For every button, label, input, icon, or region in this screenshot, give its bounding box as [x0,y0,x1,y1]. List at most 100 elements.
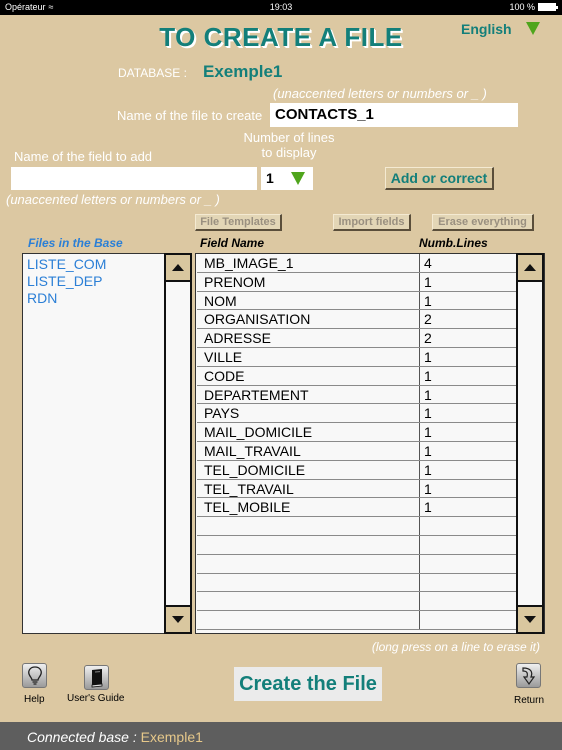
help-label: Help [24,694,45,705]
table-row[interactable]: ORGANISATION 2 [197,310,517,330]
field-name-cell: NOM [197,291,420,310]
field-name-label: Name of the field to add [14,149,153,164]
lines-cell: 2 [424,311,432,328]
field-name-cell: CODE [197,366,420,385]
table-row[interactable] [197,517,517,536]
field-name-cell [197,554,420,573]
file-item[interactable]: RDN [27,290,106,307]
import-fields-button[interactable]: Import fields [333,214,411,231]
table-row[interactable] [197,592,517,612]
battery-icon [538,3,558,11]
field-name-cell: TEL_MOBILE [197,498,420,517]
book-icon [91,668,102,687]
battery-status: 100 % [509,2,558,12]
lines-cell: 2 [424,330,432,347]
lines-cell: 4 [424,255,432,271]
lightbulb-icon [27,665,42,685]
fields-scroll-down-button[interactable] [518,605,542,632]
lines-cell: 1 [424,367,432,384]
field-name-cell: PRENOM [197,272,420,291]
lines-count-value: 1 [266,170,274,186]
table-row[interactable]: ADRESSE 2 [197,329,517,348]
field-name-cell: PAYS [197,404,420,423]
field-name-cell: MB_IMAGE_1 [197,254,420,272]
help-button[interactable] [22,663,47,688]
file-name-label: Name of the file to create [117,108,263,123]
return-button[interactable] [516,663,541,688]
field-name-cell [197,517,420,535]
file-templates-button[interactable]: File Templates [195,214,282,231]
table-row[interactable] [197,535,517,555]
field-name-column-header: Field Name [200,236,265,250]
lines-cell: 1 [424,461,432,478]
users-guide-label: User's Guide [67,693,125,704]
table-row[interactable] [197,573,517,593]
table-row[interactable] [197,611,517,630]
field-name-cell: MAIL_TRAVAIL [197,441,420,460]
lines-cell: 1 [424,348,432,365]
table-row[interactable] [197,554,517,574]
field-name-input[interactable] [11,167,257,190]
files-scroll-down-button[interactable] [166,605,190,632]
connected-base-label: Connected base : [27,729,137,745]
field-name-cell: ORGANISATION [197,310,420,329]
table-row[interactable]: MAIL_DOMICILE 1 [197,423,517,442]
language-selector[interactable]: English [461,21,512,37]
field-name-hint: (unaccented letters or numbers or _ ) [6,192,220,207]
field-name-cell [197,535,420,554]
create-file-button[interactable]: Create the File [234,667,382,701]
table-row[interactable]: VILLE 1 [197,347,517,367]
arrow-up-icon [172,264,184,271]
lines-cell: 1 [424,480,432,497]
lines-count-select[interactable]: 1 [261,167,313,190]
file-name-input[interactable]: CONTACTS_1 [270,103,518,127]
language-dropdown-icon[interactable] [526,22,540,35]
users-guide-button[interactable] [84,665,109,690]
file-item[interactable]: LISTE_COM [27,256,106,273]
arrow-down-icon [524,616,536,623]
table-row[interactable]: TEL_TRAVAIL 1 [197,479,517,499]
field-name-cell [197,611,420,629]
table-row[interactable]: TEL_DOMICILE 1 [197,460,517,480]
lines-cell [420,555,517,573]
connected-base-bar: Connected base : Exemple1 [0,722,562,750]
arrow-up-icon [524,264,536,271]
fields-table: MB_IMAGE_1 4 PRENOM 1 NOM 1 ORGANISATION 2 ADRES… [195,253,545,634]
table-row[interactable]: PRENOM 1 [197,272,517,292]
table-row[interactable]: MAIL_TRAVAIL 1 [197,441,517,461]
file-item[interactable]: LISTE_DEP [27,273,106,290]
table-row[interactable]: MB_IMAGE_1 4 [197,254,517,273]
connected-base-value: Exemple1 [140,729,203,745]
table-row[interactable]: CODE 1 [197,366,517,386]
lines-cell: 1 [424,424,432,441]
files-scroll-up-button[interactable] [166,255,190,282]
return-label: Return [514,695,545,706]
table-row[interactable]: TEL_MOBILE 1 [197,498,517,518]
fields-scroll-up-button[interactable] [518,255,542,282]
database-label: DATABASE : [118,66,187,80]
dropdown-arrow-icon [291,172,305,185]
erase-everything-button[interactable]: Erase everything [432,214,534,231]
lines-cell: 1 [424,386,432,403]
long-press-hint: (long press on a line to erase it) [371,640,540,654]
file-name-hint: (unaccented letters or numbers or _ ) [273,86,487,101]
lines-cell [420,611,517,629]
lines-cell: 1 [424,292,432,309]
lines-cell [420,517,517,535]
add-or-correct-button[interactable]: Add or correct [385,167,494,190]
field-name-cell [197,573,420,592]
return-arrow-icon [521,666,535,685]
table-row[interactable]: NOM 1 [197,291,517,311]
table-row[interactable]: PAYS 1 [197,404,517,424]
field-name-cell [197,592,420,611]
arrow-down-icon [172,616,184,623]
lines-cell [420,592,517,610]
lines-label-line1: Number of lines [243,130,335,145]
connected-base-text: Connected base : Exemple1 [27,729,203,745]
files-scrollbar[interactable] [164,253,192,634]
lines-column-header: Numb.Lines [419,236,488,250]
status-bar: Opérateur ≈ 19:03 100 % [0,0,562,15]
table-row[interactable]: DEPARTEMENT 1 [197,385,517,405]
fields-scrollbar[interactable] [516,253,544,634]
lines-label: Number of lines to display [243,130,335,160]
